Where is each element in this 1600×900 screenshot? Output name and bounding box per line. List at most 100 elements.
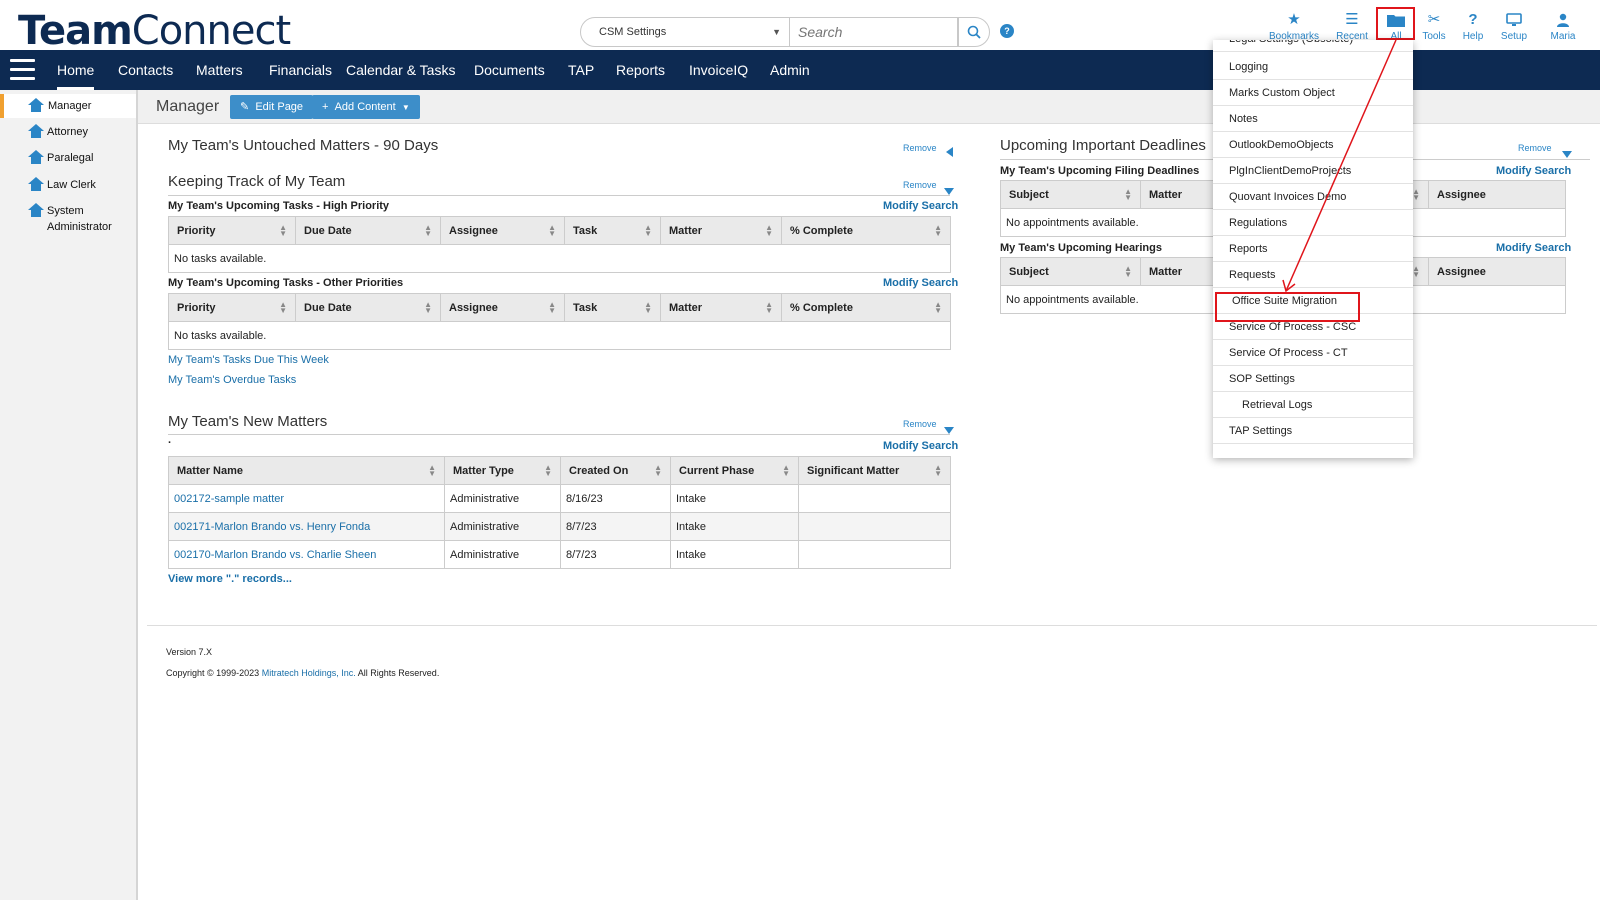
matter-link[interactable]: 002171-Marlon Brando vs. Henry Fonda xyxy=(174,521,370,533)
col-matter-name[interactable]: Matter Name ▲ ▼ xyxy=(168,456,445,485)
dropdown-item-notes[interactable]: Notes xyxy=(1213,106,1413,132)
sidebar: Manager Attorney Paralegal Law Clerk Sys… xyxy=(0,90,138,900)
keeping-remove-link[interactable]: Remove xyxy=(903,180,937,190)
annotation-highlight-all xyxy=(1376,7,1415,40)
filing-deadlines-title: My Team's Upcoming Filing Deadlines xyxy=(1000,165,1200,177)
search-help-icon[interactable]: ? xyxy=(1000,24,1014,38)
matter-name-cell[interactable]: 002171-Marlon Brando vs. Henry Fonda xyxy=(168,512,445,541)
teamconnect-logo[interactable]: TeamConnect xyxy=(18,8,291,54)
col-current-phase[interactable]: Current Phase ▲ ▼ xyxy=(670,456,799,485)
matter-link[interactable]: 002172-sample matter xyxy=(174,493,284,505)
col-label: Due Date xyxy=(304,301,352,314)
nav-financials[interactable]: Financials xyxy=(269,50,332,90)
col-matter[interactable]: Matter ▲ ▼ xyxy=(660,216,782,245)
collapse-down-icon[interactable] xyxy=(944,182,954,200)
bookmarks-button[interactable]: ★ Bookmarks xyxy=(1264,10,1324,42)
nav-documents[interactable]: Documents xyxy=(474,50,545,90)
modify-search-link[interactable]: Modify Search xyxy=(883,200,958,212)
modify-search-link[interactable]: Modify Search xyxy=(883,440,958,452)
col-matter[interactable]: Matter ▲ ▼ xyxy=(660,293,782,322)
col-percent-complete[interactable]: % Complete ▲ ▼ xyxy=(781,216,951,245)
deadlines-remove-link[interactable]: Remove xyxy=(1518,143,1552,153)
high-priority-title: My Team's Upcoming Tasks - High Priority xyxy=(168,200,390,212)
nav-admin[interactable]: Admin xyxy=(770,50,810,90)
dropdown-item-legal-settings[interactable]: Legal Settings (Obsolete) xyxy=(1213,40,1413,52)
col-due-date[interactable]: Due Date ▲ ▼ xyxy=(295,293,441,322)
search-button[interactable] xyxy=(958,17,990,47)
col-assignee[interactable]: Assignee xyxy=(1428,180,1566,209)
matter-name-cell[interactable]: 002172-sample matter xyxy=(168,484,445,513)
col-assignee[interactable]: Assignee ▲ ▼ xyxy=(440,216,565,245)
empty-row: No tasks available. xyxy=(168,244,951,273)
sidebar-item-paralegal[interactable]: Paralegal xyxy=(0,148,136,170)
overdue-tasks-link[interactable]: My Team's Overdue Tasks xyxy=(168,374,296,386)
significant-matter-cell xyxy=(798,540,951,569)
dropdown-item-quovant-invoices-demo[interactable]: Quovant Invoices Demo xyxy=(1213,184,1413,210)
col-created-on[interactable]: Created On ▲ ▼ xyxy=(560,456,671,485)
sort-icon: ▲ ▼ xyxy=(1124,264,1132,279)
col-assignee[interactable]: Assignee xyxy=(1428,257,1566,286)
nav-invoiceiq[interactable]: InvoiceIQ xyxy=(689,50,748,90)
col-subject[interactable]: Subject ▲ ▼ xyxy=(1000,180,1141,209)
matter-link[interactable]: 002170-Marlon Brando vs. Charlie Sheen xyxy=(174,549,376,561)
dropdown-item-service-of-process-ct[interactable]: Service Of Process - CT xyxy=(1213,340,1413,366)
col-significant-matter[interactable]: Significant Matter ▲ ▼ xyxy=(798,456,951,485)
modify-search-link[interactable]: Modify Search xyxy=(883,277,958,289)
sidebar-item-manager[interactable]: Manager xyxy=(0,94,136,118)
dropdown-item-sop-settings[interactable]: SOP Settings xyxy=(1213,366,1413,392)
sort-icon: ▲ ▼ xyxy=(548,223,556,238)
col-assignee[interactable]: Assignee ▲ ▼ xyxy=(440,293,565,322)
untouched-remove-link[interactable]: Remove xyxy=(903,143,937,153)
dropdown-item-logging[interactable]: Logging xyxy=(1213,54,1413,80)
col-due-date[interactable]: Due Date ▲ ▼ xyxy=(295,216,441,245)
collapse-down-icon[interactable] xyxy=(944,421,954,439)
dropdown-item-retrieval-logs[interactable]: Retrieval Logs xyxy=(1213,392,1413,418)
dropdown-item-tap-settings[interactable]: TAP Settings xyxy=(1213,418,1413,444)
hearings-title: My Team's Upcoming Hearings xyxy=(1000,242,1162,254)
sidebar-item-system-administrator[interactable]: System Administrator xyxy=(0,201,136,237)
nav-reports[interactable]: Reports xyxy=(616,50,665,90)
nav-matters[interactable]: Matters xyxy=(196,50,243,90)
dropdown-item-regulations[interactable]: Regulations xyxy=(1213,210,1413,236)
user-menu-button[interactable]: Maria xyxy=(1533,10,1593,42)
nav-home[interactable]: Home xyxy=(57,50,95,90)
matter-name-cell[interactable]: 002170-Marlon Brando vs. Charlie Sheen xyxy=(168,540,445,569)
col-subject[interactable]: Subject ▲ ▼ xyxy=(1000,257,1141,286)
sidebar-item-law-clerk[interactable]: Law Clerk xyxy=(0,175,136,197)
col-matter-type[interactable]: Matter Type ▲ ▼ xyxy=(444,456,561,485)
col-percent-complete[interactable]: % Complete ▲ ▼ xyxy=(781,293,951,322)
add-content-button[interactable]: + Add Content ▼ xyxy=(312,95,420,119)
view-more-records-link[interactable]: View more "." records... xyxy=(168,573,292,585)
collapse-left-icon[interactable] xyxy=(946,144,953,162)
user-label: Maria xyxy=(1550,31,1576,42)
search-input[interactable] xyxy=(790,17,958,47)
logo-light: Connect xyxy=(131,8,291,54)
col-priority[interactable]: Priority ▲ ▼ xyxy=(168,216,296,245)
sidebar-item-attorney[interactable]: Attorney xyxy=(0,122,136,144)
col-task[interactable]: Task ▲ ▼ xyxy=(564,293,661,322)
edit-page-button[interactable]: ✎ Edit Page xyxy=(230,95,314,119)
nav-tap[interactable]: TAP xyxy=(568,50,594,90)
hamburger-menu-icon[interactable] xyxy=(10,59,35,81)
collapse-down-icon[interactable] xyxy=(1562,145,1572,163)
modify-search-link[interactable]: Modify Search xyxy=(1496,242,1571,254)
dropdown-item-reports[interactable]: Reports xyxy=(1213,236,1413,262)
company-link[interactable]: Mitratech Holdings, Inc. xyxy=(262,668,356,678)
modify-search-link[interactable]: Modify Search xyxy=(1496,165,1571,177)
dropdown-item-marks-custom-object[interactable]: Marks Custom Object xyxy=(1213,80,1413,106)
user-icon xyxy=(1533,10,1593,30)
sidebar-item-label: Paralegal xyxy=(47,152,94,164)
new-matters-remove-link[interactable]: Remove xyxy=(903,419,937,429)
nav-contacts[interactable]: Contacts xyxy=(118,50,173,90)
dropdown-item-outlookdemoobjects[interactable]: OutlookDemoObjects xyxy=(1213,132,1413,158)
nav-calendar-tasks[interactable]: Calendar & Tasks xyxy=(346,50,455,90)
col-task[interactable]: Task ▲ ▼ xyxy=(564,216,661,245)
table-row: 002171-Marlon Brando vs. Henry Fonda Adm… xyxy=(168,512,951,541)
dropdown-item-plginclientdemoprojects[interactable]: PlgInClientDemoProjects xyxy=(1213,158,1413,184)
search-scope-select[interactable]: CSM Settings ▼ xyxy=(580,17,790,47)
dropdown-item-requests[interactable]: Requests xyxy=(1213,262,1413,288)
tasks-due-this-week-link[interactable]: My Team's Tasks Due This Week xyxy=(168,354,329,366)
sort-icon: ▲ ▼ xyxy=(424,300,432,315)
col-priority[interactable]: Priority ▲ ▼ xyxy=(168,293,296,322)
sidebar-item-label: Attorney xyxy=(47,126,88,138)
